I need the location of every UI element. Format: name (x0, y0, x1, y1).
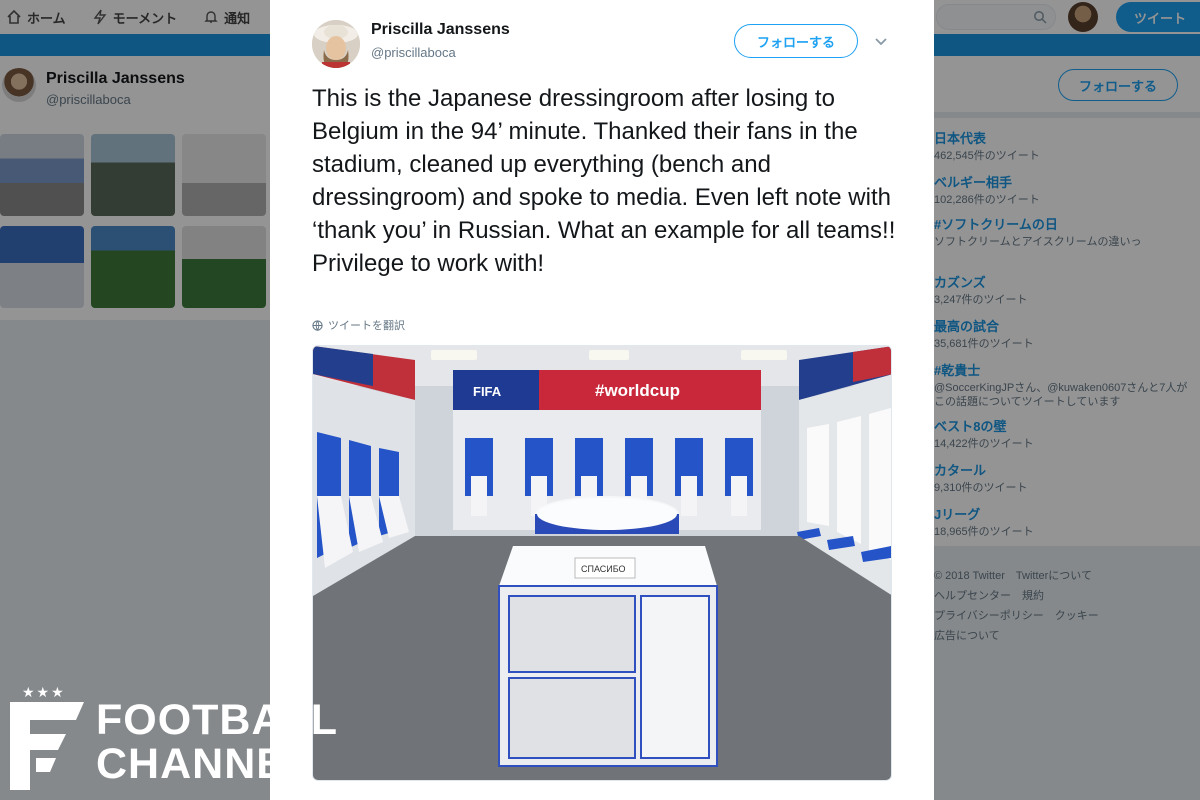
logo-line-channel: CHANNEL (96, 740, 314, 788)
avatar-photo (312, 20, 360, 68)
follow-button[interactable]: フォローする (734, 24, 858, 58)
tweet-text: This is the Japanese dressingroom after … (312, 85, 896, 277)
tweet-photo[interactable]: FIFA #worldcup СПАСИБО (312, 345, 892, 781)
fc-emblem-icon (10, 702, 84, 790)
dressing-room-photo: FIFA #worldcup СПАСИБО (313, 346, 891, 780)
chevron-down-icon[interactable] (874, 34, 888, 48)
thank-you-note-text: СПАСИБО (581, 564, 626, 574)
logo-stars: ★★★ (22, 684, 66, 700)
tweet-author-avatar[interactable] (312, 20, 360, 68)
football-channel-logo: ★★★ FOOTBALL CHANNEL (10, 684, 370, 794)
translate-label: ツイートを翻訳 (328, 320, 405, 332)
banner-worldcup-text: #worldcup (595, 381, 680, 400)
logo-line-football: FOOTBALL (96, 696, 339, 744)
tweet-author-name[interactable]: Priscilla Janssens (371, 21, 510, 39)
translate-tweet-link[interactable]: ツイートを翻訳 (312, 317, 405, 333)
globe-icon (312, 319, 323, 331)
tweet-author-handle[interactable]: @priscillaboca (371, 45, 456, 60)
tweet-modal: Priscilla Janssens @priscillaboca フォローする… (270, 0, 934, 800)
banner-fifa-text: FIFA (473, 384, 502, 399)
